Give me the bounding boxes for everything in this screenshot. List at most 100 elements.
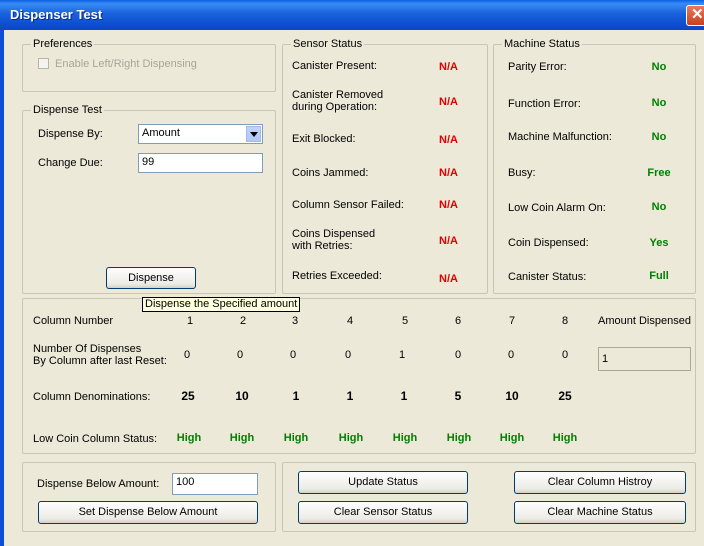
- coins-dispensed-retries-label: Coins Dispensed: [292, 228, 376, 240]
- column-number-4: 4: [346, 315, 354, 327]
- set-dispense-below-button[interactable]: Set Dispense Below Amount: [38, 501, 258, 524]
- low-coin-alarm-value: No: [651, 201, 667, 213]
- dispenses-col-5: 1: [398, 349, 406, 361]
- clear-machine-status-button[interactable]: Clear Machine Status: [514, 501, 686, 524]
- function-error-label: Function Error:: [508, 98, 581, 110]
- column-number-8: 8: [561, 315, 569, 327]
- coin-dispensed-value: Yes: [649, 237, 669, 249]
- dispense-test-group: Dispense Test Dispense By: Amount Change…: [22, 104, 276, 294]
- change-due-label: Change Due:: [38, 157, 103, 169]
- denomination-col-3: 1: [292, 389, 300, 403]
- change-due-input[interactable]: 99: [138, 153, 263, 173]
- busy-label: Busy:: [508, 167, 536, 179]
- clear-sensor-status-button[interactable]: Clear Sensor Status: [298, 501, 468, 524]
- enable-lr-label: Enable Left/Right Dispensing: [55, 58, 197, 70]
- retries-exceeded-label: Retries Exceeded:: [292, 270, 382, 282]
- column-number-label: Column Number: [33, 315, 114, 327]
- sensor-status-group: Sensor Status Canister Present: N/A Cani…: [282, 38, 488, 294]
- chevron-down-icon[interactable]: [246, 126, 261, 142]
- retries-exceeded-value: N/A: [439, 273, 458, 285]
- low-coin-alarm-label: Low Coin Alarm On:: [508, 202, 606, 214]
- amount-dispensed-field[interactable]: 1: [598, 347, 691, 371]
- parity-error-value: No: [651, 61, 667, 73]
- exit-blocked-label: Exit Blocked:: [292, 133, 356, 145]
- denomination-col-8: 25: [558, 389, 572, 403]
- update-status-button[interactable]: Update Status: [298, 471, 468, 494]
- machine-malfunction-value: No: [651, 131, 667, 143]
- exit-blocked-value: N/A: [439, 134, 458, 146]
- busy-value: Free: [647, 167, 671, 179]
- parity-error-label: Parity Error:: [508, 61, 567, 73]
- column-number-1: 1: [186, 315, 194, 327]
- dispenses-label: Number Of Dispenses: [33, 343, 142, 355]
- coins-jammed-label: Coins Jammed:: [292, 167, 369, 179]
- dispenser-test-window: Dispenser Test ✕ Preferences Enable Left…: [0, 0, 704, 546]
- denomination-col-1: 25: [181, 389, 195, 403]
- sensor-status-legend: Sensor Status: [291, 38, 365, 51]
- amount-dispensed-label: Amount Dispensed: [598, 315, 691, 327]
- canister-present-value: N/A: [439, 61, 458, 73]
- coins-dispensed-retries-value: N/A: [439, 235, 458, 247]
- amount-dispensed-value: 1: [602, 353, 609, 365]
- dispense-below-label: Dispense Below Amount:: [37, 478, 160, 490]
- column-panel: Column Number 1 2 3 4 5 6 7 8 Amount Dis…: [22, 298, 696, 454]
- low-coin-status-label: Low Coin Column Status:: [33, 433, 158, 445]
- column-number-5: 5: [401, 315, 409, 327]
- clear-column-history-button[interactable]: Clear Column Histroy: [514, 471, 686, 494]
- column-number-2: 2: [239, 315, 247, 327]
- denomination-col-6: 5: [454, 389, 462, 403]
- denominations-label: Column Denominations:: [33, 391, 151, 403]
- dispenses-label-2: By Column after last Reset:: [33, 355, 167, 367]
- column-sensor-failed-value: N/A: [439, 199, 458, 211]
- machine-malfunction-label: Machine Malfunction:: [508, 131, 612, 143]
- low-coin-col-2: High: [229, 432, 255, 444]
- close-icon: ✕: [691, 6, 704, 23]
- column-number-7: 7: [508, 315, 516, 327]
- title-bar[interactable]: Dispenser Test ✕: [0, 0, 704, 30]
- canister-status-value: Full: [649, 270, 669, 282]
- preferences-group: Preferences Enable Left/Right Dispensing: [22, 38, 276, 92]
- dispenses-col-3: 0: [289, 349, 297, 361]
- dispense-tooltip: Dispense the Specified amount: [142, 297, 301, 312]
- machine-status-group: Machine Status Parity Error: No Function…: [493, 38, 696, 294]
- column-sensor-failed-label: Column Sensor Failed:: [292, 199, 404, 211]
- canister-present-label: Canister Present:: [292, 60, 377, 72]
- coin-dispensed-label: Coin Dispensed:: [508, 237, 589, 249]
- dispenses-col-4: 0: [344, 349, 352, 361]
- status-actions-group: Update Status Clear Sensor Status Clear …: [282, 462, 696, 532]
- dispense-by-select[interactable]: Amount: [138, 124, 263, 144]
- low-coin-col-5: High: [392, 432, 418, 444]
- canister-removed-label: Canister Removed: [292, 89, 384, 101]
- window-frame: [0, 30, 4, 546]
- low-coin-col-6: High: [446, 432, 472, 444]
- low-coin-col-8: High: [552, 432, 578, 444]
- dispense-below-value: 100: [176, 476, 195, 488]
- canister-status-label: Canister Status:: [508, 271, 587, 283]
- dispense-button[interactable]: Dispense: [106, 267, 196, 289]
- dispense-test-legend: Dispense Test: [31, 104, 104, 117]
- dispense-by-value: Amount: [142, 127, 180, 139]
- dispense-below-input[interactable]: 100: [172, 473, 258, 495]
- change-due-value: 99: [142, 156, 155, 168]
- denomination-col-7: 10: [505, 389, 519, 403]
- denomination-col-4: 1: [346, 389, 354, 403]
- column-number-3: 3: [291, 315, 299, 327]
- canister-removed-value: N/A: [439, 96, 458, 108]
- enable-lr-checkbox[interactable]: [38, 58, 49, 69]
- dispenses-col-7: 0: [507, 349, 515, 361]
- dispenses-col-2: 0: [236, 349, 244, 361]
- function-error-value: No: [651, 97, 667, 109]
- dispense-by-label: Dispense By:: [38, 128, 103, 140]
- low-coin-col-1: High: [176, 432, 202, 444]
- close-button[interactable]: ✕: [686, 5, 704, 26]
- denomination-col-2: 10: [235, 389, 249, 403]
- column-number-6: 6: [454, 315, 462, 327]
- dispenses-col-1: 0: [183, 349, 191, 361]
- preferences-legend: Preferences: [31, 38, 95, 51]
- dispenses-col-8: 0: [561, 349, 569, 361]
- low-coin-col-4: High: [338, 432, 364, 444]
- low-coin-col-3: High: [283, 432, 309, 444]
- coins-jammed-value: N/A: [439, 167, 458, 179]
- coins-dispensed-retries-label-2: with Retries:: [292, 240, 353, 252]
- denomination-col-5: 1: [400, 389, 408, 403]
